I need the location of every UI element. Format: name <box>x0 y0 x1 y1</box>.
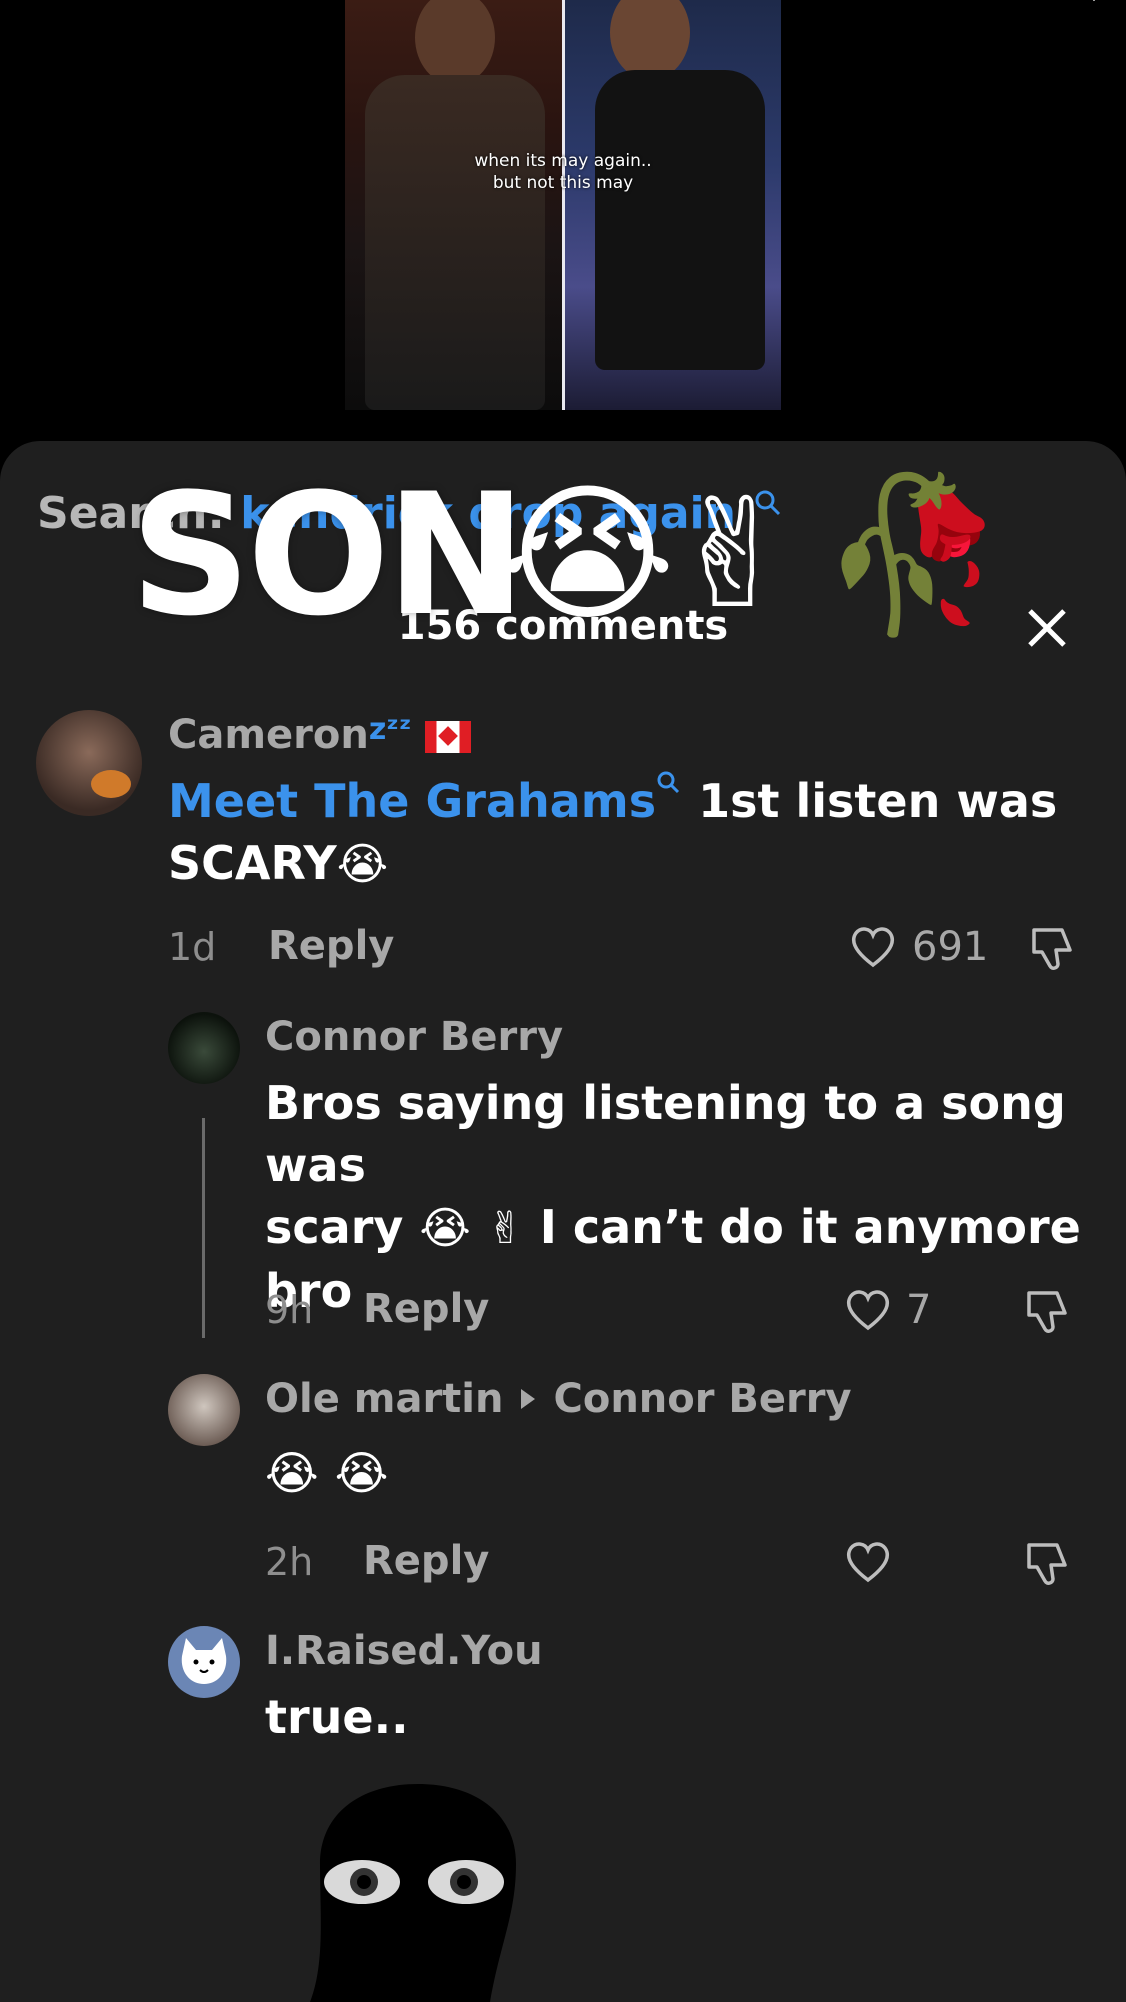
dislike-icon[interactable] <box>1021 1285 1071 1337</box>
peace-emoji-overlay: ✌ <box>670 468 796 642</box>
comment-time: 2h <box>265 1540 314 1584</box>
person-right-head <box>610 0 690 80</box>
comment-time: 9h <box>265 1288 314 1332</box>
comment-username[interactable]: Cameronzᶻᶻ <box>168 712 472 758</box>
comment-time: 1d <box>168 925 217 969</box>
person-left-body <box>365 75 545 410</box>
like-count: 691 <box>912 924 989 970</box>
thumbnail-left-panel <box>345 0 563 410</box>
comment-text: 😭 😭 <box>265 1446 389 1500</box>
dislike-icon[interactable] <box>1021 1537 1071 1589</box>
canada-flag-icon <box>425 721 472 753</box>
reply-to-username[interactable]: Connor Berry <box>553 1376 851 1422</box>
comment-username[interactable]: Ole martin Connor Berry <box>265 1376 852 1422</box>
crying-emoji: 😭 <box>336 839 389 890</box>
thumbnail-right-panel <box>565 0 781 410</box>
comment-text: Bros saying listening to a song was scar… <box>265 1076 1081 1318</box>
comment-text: Meet The Grahams 1st listen was SCARY😭 <box>168 770 1057 896</box>
person-right-body <box>595 70 765 370</box>
dislike-icon[interactable] <box>1026 922 1076 974</box>
avatar-food-detail <box>91 770 131 798</box>
heart-icon[interactable] <box>848 922 898 972</box>
wilted-rose-emoji-overlay: 🥀 <box>820 468 1007 642</box>
reply-arrow-icon <box>521 1389 536 1409</box>
thread-line <box>202 1118 205 1338</box>
comment-sticker-image[interactable] <box>300 1784 536 2002</box>
heart-icon[interactable] <box>843 1537 893 1587</box>
overlay-text: SON <box>130 457 526 653</box>
person-left-head <box>415 0 495 85</box>
crying-emoji-overlay: 😭 <box>500 468 676 642</box>
avatar[interactable] <box>36 710 142 816</box>
avatar[interactable] <box>168 1626 240 1698</box>
caption-line-2: but not this may <box>492 173 634 193</box>
video-caption: when its may again.. but not this may <box>345 150 781 194</box>
comment-text: true.. <box>265 1690 409 1744</box>
chevron-down-icon[interactable] <box>1084 0 1104 8</box>
search-icon <box>657 771 680 794</box>
avatar[interactable] <box>168 1374 240 1446</box>
video-area[interactable]: when its may again.. but not this may <box>0 0 1126 440</box>
video-thumbnail[interactable]: when its may again.. but not this may <box>345 0 781 410</box>
comment-username[interactable]: I.Raised.You <box>265 1628 543 1674</box>
heart-icon[interactable] <box>843 1285 893 1335</box>
reply-button[interactable]: Reply <box>268 923 394 969</box>
sleep-zzz-icon: zᶻᶻ <box>368 712 412 747</box>
caption-line-1: when its may again.. <box>474 151 652 171</box>
reply-button[interactable]: Reply <box>363 1286 489 1332</box>
like-count: 7 <box>906 1287 932 1333</box>
crying-emoji: 😭 <box>419 1203 471 1254</box>
comment-username[interactable]: Connor Berry <box>265 1014 563 1060</box>
avatar[interactable] <box>168 1012 240 1084</box>
close-icon[interactable] <box>1022 603 1072 653</box>
cat-avatar-icon <box>181 1638 227 1684</box>
hashtag-link[interactable]: Meet The Grahams <box>168 774 656 828</box>
peace-emoji: ✌ <box>486 1203 524 1254</box>
reply-button[interactable]: Reply <box>363 1538 489 1584</box>
